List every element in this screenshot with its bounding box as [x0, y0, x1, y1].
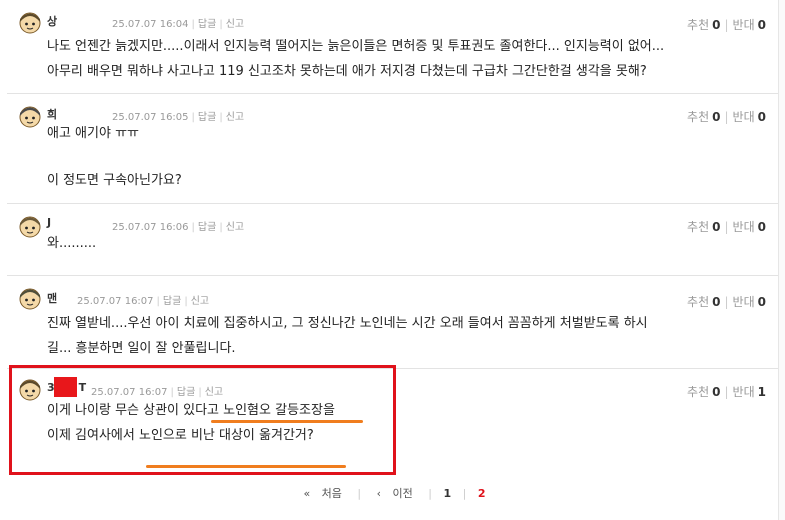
comment-body: 나도 언젠간 늙겠지만.....이래서 인지능력 떨어지는 늙은이들은 면허증 … [47, 34, 664, 84]
vote-box: 추천 0 | 반대 0 [687, 220, 766, 234]
double-chevron-left-icon: « [303, 487, 311, 500]
report-link[interactable]: 신고 [226, 112, 244, 123]
scrollbar[interactable] [778, 0, 785, 520]
downvote-button[interactable]: 반대 [733, 18, 755, 32]
comment-item: 맨 25.07.07 16:07 | 답글 | 신고 추천 0 | 반대 0 진짜 열받네...… [7, 276, 778, 369]
first-page-link[interactable]: « 처음 [299, 487, 345, 500]
upvote-count: 0 [712, 295, 721, 309]
downvote-count: 0 [757, 18, 766, 32]
user-avatar-icon[interactable] [19, 106, 41, 128]
comment-meta: 25.07.07 16:07 | 답글 | 신고 [77, 296, 210, 307]
downvote-button[interactable]: 반대 [733, 295, 755, 309]
report-link[interactable]: 신고 [226, 222, 244, 233]
page-link-1[interactable]: 1 [444, 487, 452, 500]
comment-line: 와......... [47, 236, 97, 251]
comment-author[interactable]: 희 [47, 106, 57, 122]
report-link[interactable]: 신고 [226, 19, 244, 30]
comment-author[interactable]: 상 [47, 13, 57, 29]
downvote-count: 0 [757, 110, 766, 124]
comment-item: J 25.07.07 16:06 | 답글 | 신고 추천 0 | 반대 0 와........… [7, 204, 778, 276]
underline-mark [211, 420, 363, 423]
downvote-count: 0 [757, 295, 766, 309]
downvote-button[interactable]: 반대 [733, 220, 755, 234]
upvote-count: 0 [712, 385, 721, 399]
comment-body: 진짜 열받네....우선 아이 치료에 집중하시고, 그 정신나간 노인네는 시… [47, 311, 648, 361]
vote-box: 추천 0 | 반대 0 [687, 18, 766, 32]
prev-page-link[interactable]: ‹ 이전 [373, 487, 417, 500]
comment-author[interactable]: 맨 [47, 290, 57, 306]
comment-body: 와......... [47, 231, 96, 256]
vote-box: 추천 0 | 반대 1 [687, 385, 766, 399]
reply-link[interactable]: 답글 [198, 222, 216, 233]
comment-author[interactable]: J [47, 216, 51, 229]
comment-meta: 25.07.07 16:06 | 답글 | 신고 [112, 222, 245, 233]
reply-link[interactable]: 답글 [163, 296, 181, 307]
report-link[interactable]: 신고 [191, 296, 209, 307]
comment-item: 희 25.07.07 16:05 | 답글 | 신고 추천 0 | 반대 0 애고 애기야 ㅠㅠ… [7, 94, 778, 204]
chevron-left-icon: ‹ [376, 487, 382, 500]
comment-line: 나도 언젠간 늙겠지만.....이래서 인지능력 떨어지는 늙은이들은 면허증 … [47, 39, 665, 54]
comment-line: 이 정도면 구속아닌가요? [47, 173, 182, 188]
comment-line: 아무리 배우면 뭐하냐 사고나고 119 신고조차 못하는데 애가 저지경 다쳤… [47, 64, 647, 79]
comment-line: 애고 애기야 ㅠㅠ [47, 126, 139, 141]
underline-mark [146, 465, 346, 468]
comment-date: 25.07.07 16:04 [112, 19, 189, 30]
upvote-button[interactable]: 추천 [687, 295, 709, 309]
upvote-button[interactable]: 추천 [687, 18, 709, 32]
comment-meta: 25.07.07 16:04 | 답글 | 신고 [112, 19, 245, 30]
upvote-button[interactable]: 추천 [687, 385, 709, 399]
user-avatar-icon[interactable] [19, 216, 41, 238]
user-avatar-icon[interactable] [19, 288, 41, 310]
upvote-button[interactable]: 추천 [687, 220, 709, 234]
comment-date: 25.07.07 16:06 [112, 222, 189, 233]
reply-link[interactable]: 답글 [198, 112, 216, 123]
comment-item: 상 25.07.07 16:04 | 답글 | 신고 추천 0 | 반대 0 나도 언젠간 늙겠… [7, 0, 778, 94]
comment-body: 애고 애기야 ㅠㅠ 이 정도면 구속아닌가요? [47, 121, 182, 193]
downvote-count: 1 [757, 385, 766, 399]
vote-box: 추천 0 | 반대 0 [687, 110, 766, 124]
page-link-current[interactable]: 2 [478, 487, 486, 500]
user-avatar-icon[interactable] [19, 12, 41, 34]
downvote-button[interactable]: 반대 [733, 385, 755, 399]
comment-line [47, 146, 182, 168]
pagination: « 처음 | ‹ 이전 | 1 | 2 [0, 485, 785, 501]
upvote-button[interactable]: 추천 [687, 110, 709, 124]
comment-line: 진짜 열받네....우선 아이 치료에 집중하시고, 그 정신나간 노인네는 시… [47, 316, 648, 331]
vote-box: 추천 0 | 반대 0 [687, 295, 766, 309]
downvote-button[interactable]: 반대 [733, 110, 755, 124]
upvote-count: 0 [712, 110, 721, 124]
comment-line: 길... 흥분하면 일이 잘 안풀립니다. [47, 341, 236, 356]
upvote-count: 0 [712, 18, 721, 32]
downvote-count: 0 [757, 220, 766, 234]
upvote-count: 0 [712, 220, 721, 234]
comment-date: 25.07.07 16:07 [77, 296, 154, 307]
reply-link[interactable]: 답글 [198, 19, 216, 30]
